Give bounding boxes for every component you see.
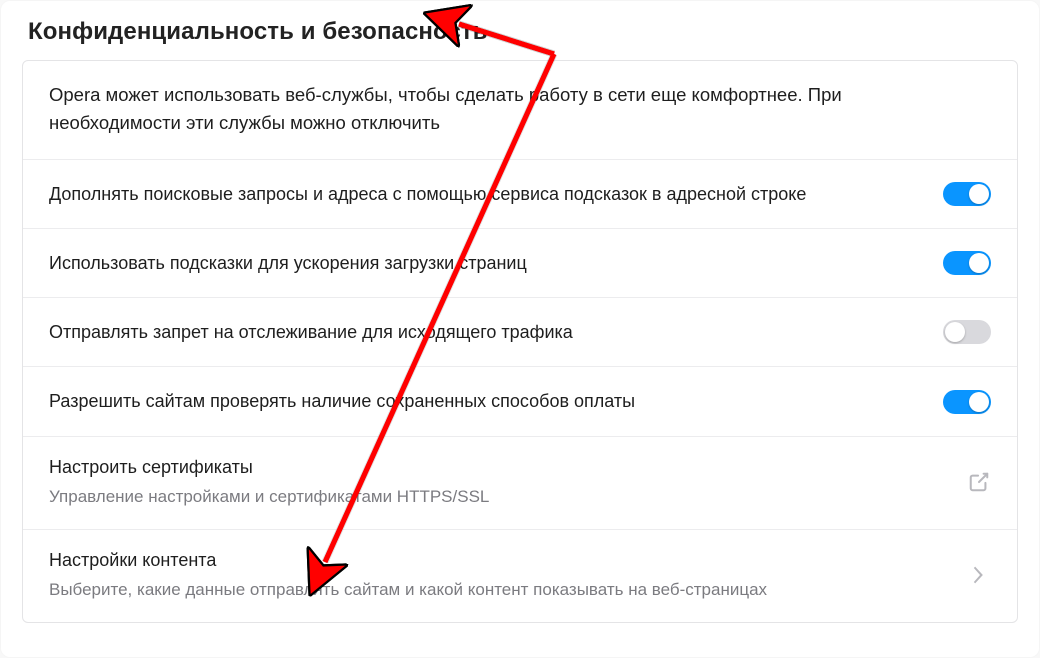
row-payments-text: Разрешить сайтам проверять наличие сохра… <box>49 389 943 413</box>
certs-sublabel: Управление настройками и сертификатами H… <box>49 485 943 509</box>
autocomplete-toggle[interactable] <box>943 182 991 206</box>
intro-text: Opera может использовать веб-службы, что… <box>49 81 967 137</box>
row-autocomplete-text: Дополнять поисковые запросы и адреса с п… <box>49 182 943 206</box>
row-content-text: Настройки контента Выберите, какие данны… <box>49 548 967 602</box>
content-label: Настройки контента <box>49 548 943 572</box>
external-link-icon[interactable] <box>967 470 991 494</box>
toggle-knob <box>969 184 989 204</box>
toggle-knob <box>969 392 989 412</box>
row-dnt: Отправлять запрет на отслеживание для ис… <box>23 297 1017 366</box>
content-sublabel: Выберите, какие данные отправлять сайтам… <box>49 578 943 602</box>
row-preload: Использовать подсказки для ускорения заг… <box>23 228 1017 297</box>
intro-row: Opera может использовать веб-службы, что… <box>23 61 1017 159</box>
section-title-privacy: Конфиденциальность и безопасность <box>0 6 1040 60</box>
preload-label: Использовать подсказки для ускорения заг… <box>49 251 919 275</box>
dnt-toggle[interactable] <box>943 320 991 344</box>
autocomplete-label: Дополнять поисковые запросы и адреса с п… <box>49 182 919 206</box>
privacy-panel: Opera может использовать веб-службы, что… <box>22 60 1018 623</box>
chevron-right-icon[interactable] <box>967 563 991 587</box>
toggle-knob <box>969 253 989 273</box>
toggle-knob <box>945 322 965 342</box>
certs-label: Настроить сертификаты <box>49 455 943 479</box>
row-preload-text: Использовать подсказки для ускорения заг… <box>49 251 943 275</box>
row-content-settings[interactable]: Настройки контента Выберите, какие данны… <box>23 529 1017 622</box>
row-certs[interactable]: Настроить сертификаты Управление настрой… <box>23 436 1017 529</box>
payments-label: Разрешить сайтам проверять наличие сохра… <box>49 389 919 413</box>
dnt-label: Отправлять запрет на отслеживание для ис… <box>49 320 919 344</box>
row-autocomplete: Дополнять поисковые запросы и адреса с п… <box>23 159 1017 228</box>
row-payments: Разрешить сайтам проверять наличие сохра… <box>23 366 1017 435</box>
payments-toggle[interactable] <box>943 390 991 414</box>
preload-toggle[interactable] <box>943 251 991 275</box>
row-certs-text: Настроить сертификаты Управление настрой… <box>49 455 967 509</box>
row-dnt-text: Отправлять запрет на отслеживание для ис… <box>49 320 943 344</box>
intro-text-block: Opera может использовать веб-службы, что… <box>49 81 991 137</box>
settings-page: Конфиденциальность и безопасность Opera … <box>0 0 1040 658</box>
